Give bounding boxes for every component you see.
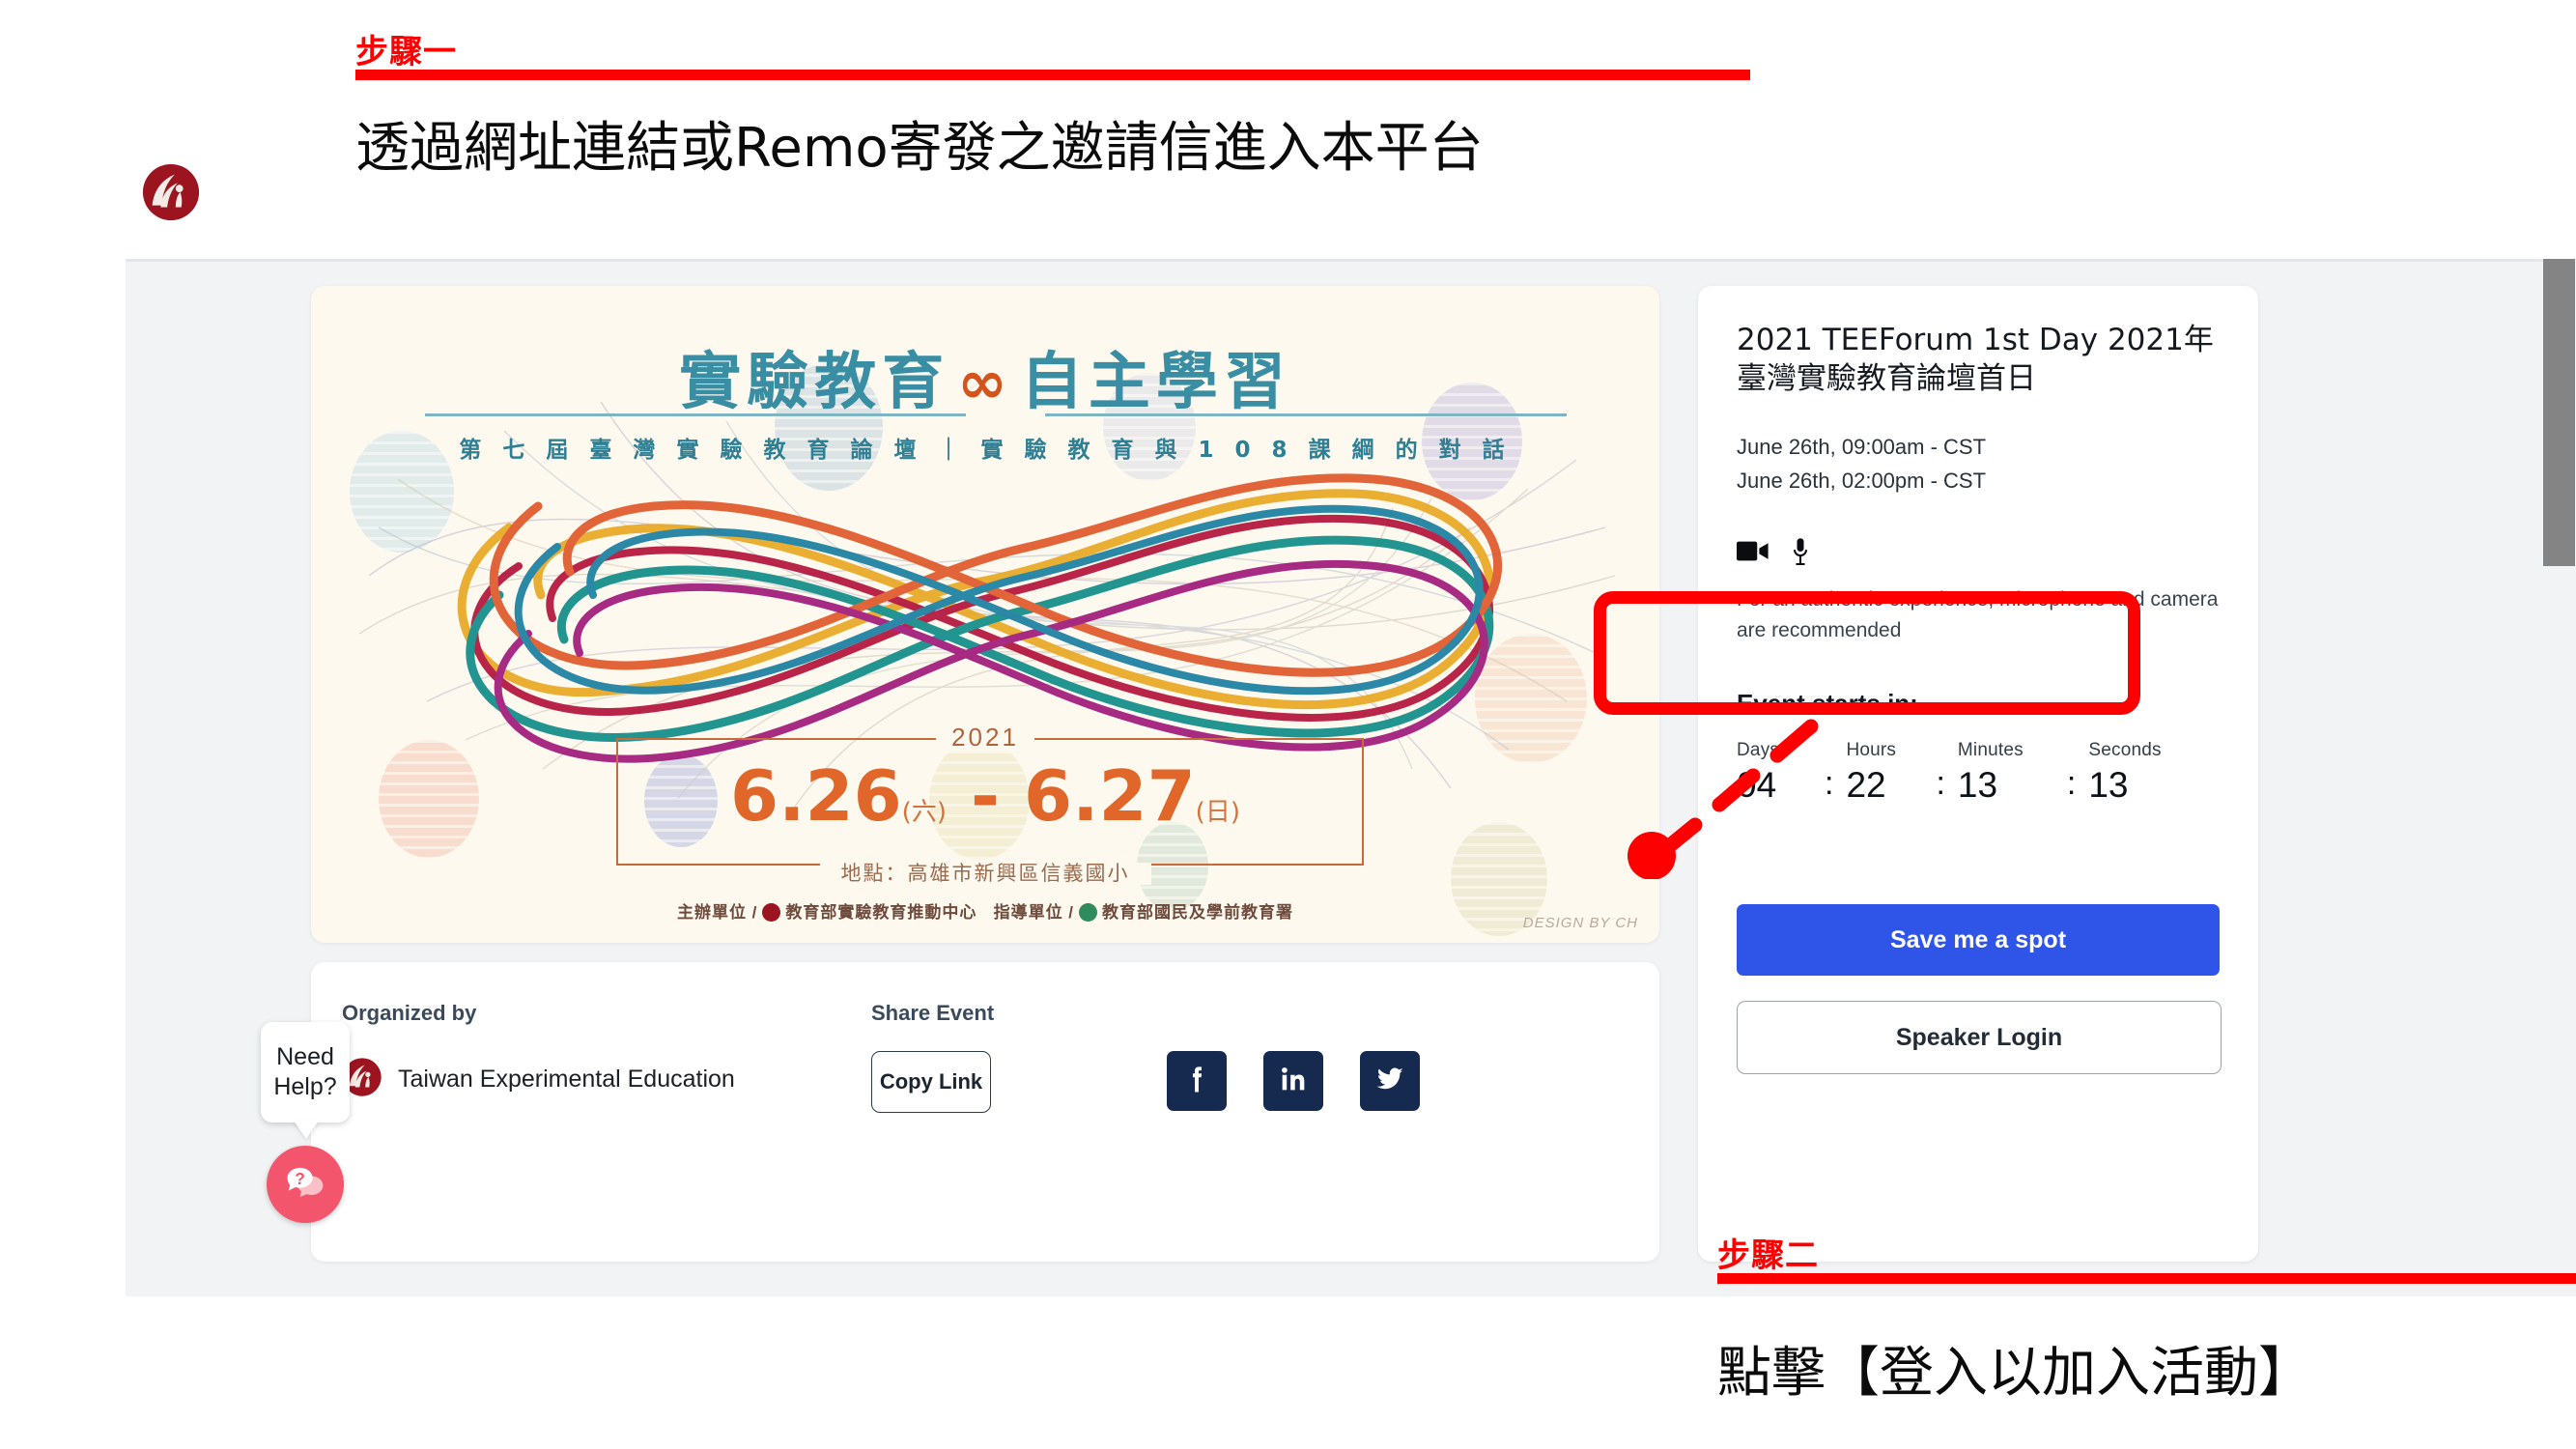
browser-screenshot-region: 實驗教育 ∞ 自主學習 第 七 屆 臺 灣 實 驗 教 育 論 壇 ｜ 實 驗 教 … (126, 259, 2576, 1296)
help-tooltip-tail (294, 1121, 319, 1139)
poster-title: 實驗教育 ∞ 自主學習 (311, 332, 1659, 421)
poster-date-range: 6.26(六) - 6.27(日) (311, 755, 1659, 837)
poster-title-left: 實驗教育 (679, 347, 950, 418)
svg-text:?: ? (295, 1169, 305, 1188)
twitter-icon (1373, 1062, 1407, 1101)
countdown-separator: : (2066, 764, 2077, 802)
poster-advisor-label: 指導單位 / (993, 903, 1075, 922)
countdown-minutes-label: Minutes (1957, 739, 2024, 760)
poster-date-end: 6.27 (1024, 755, 1196, 837)
av-requirements-icons (1737, 537, 2220, 571)
help-chat-button[interactable]: ? (267, 1146, 344, 1223)
speaker-login-button[interactable]: Speaker Login (1737, 1001, 2222, 1074)
poster-date-dash: - (971, 755, 1000, 837)
event-end-time: June 26th, 02:00pm - CST (1737, 469, 1987, 494)
poster-venue: 地點：高雄市新興區信義國小 (311, 858, 1659, 887)
step-two-label: 步驟二 (1717, 1237, 1819, 1274)
microphone-icon (1791, 537, 1810, 571)
page-scrollbar-thumb[interactable] (2543, 259, 2575, 566)
countdown-timer: Days 04 : Hours 22 : Minutes 13 : Second… (1737, 740, 2220, 803)
page-scrollbar-track[interactable] (2543, 259, 2576, 1296)
poster-design-credit: DESIGN BY CH (1522, 915, 1638, 931)
countdown-separator: : (1936, 764, 1945, 802)
poster-title-rule-left (425, 413, 966, 416)
event-poster-card: 實驗教育 ∞ 自主學習 第 七 屆 臺 灣 實 驗 教 育 論 壇 ｜ 實 驗 教 … (311, 286, 1659, 943)
advisor-logo-icon (1079, 903, 1098, 922)
poster-host-label: 主辦單位 / (676, 903, 758, 922)
step-two-instruction: 點擊【登入以加入活動】 (1717, 1342, 2312, 1405)
save-me-a-spot-button[interactable]: Save me a spot (1737, 904, 2220, 976)
copy-link-button[interactable]: Copy Link (871, 1051, 991, 1113)
countdown-seconds-label: Seconds (2088, 739, 2162, 760)
help-tooltip-line2: Help? (273, 1073, 337, 1100)
linkedin-icon (1277, 1063, 1310, 1100)
organizer-row: Taiwan Experimental Education (342, 1057, 735, 1102)
countdown-separator: : (1825, 764, 1834, 802)
countdown-minutes: Minutes 13 (1958, 740, 2054, 803)
poster-date-start: 6.26 (730, 755, 902, 837)
poster-host-name: 教育部實驗教育推動中心 (785, 903, 977, 922)
poster-date-start-weekday: (六) (901, 798, 947, 827)
organizer-name: Taiwan Experimental Education (398, 1065, 735, 1093)
help-widget: Need Help? ? (261, 1022, 354, 1223)
event-title: 2021 TEEForum 1st Day 2021年臺灣實驗教育論壇首日 (1737, 323, 2214, 397)
poster-date-end-weekday: (日) (1195, 798, 1240, 827)
countdown-hours: Hours 22 (1846, 740, 1923, 803)
poster-title-right: 自主學習 (1020, 347, 1291, 418)
facebook-icon (1179, 1062, 1214, 1101)
countdown-days: Days 04 (1737, 740, 1812, 803)
av-recommendation-note: For an authentic experience, microphone … (1737, 587, 2219, 641)
event-info-card: Organized by Share Event Taiwan Experime… (311, 962, 1659, 1262)
countdown-hours-label: Hours (1846, 739, 1897, 760)
poster-advisor-name: 教育部國民及學前教育署 (1102, 903, 1294, 922)
video-camera-icon (1737, 540, 1769, 567)
organized-by-label: Organized by (342, 1001, 477, 1025)
linkedin-share-button[interactable] (1263, 1051, 1323, 1111)
help-tooltip: Need Help? (261, 1022, 350, 1122)
host-logo-icon (762, 903, 781, 922)
countdown-seconds: Seconds 13 (2088, 740, 2185, 803)
share-event-label: Share Event (871, 1001, 995, 1025)
countdown-minutes-value: 13 (1957, 764, 1998, 805)
event-start-time: June 26th, 09:00am - CST (1737, 434, 1987, 459)
help-tooltip-line1: Need (276, 1042, 334, 1070)
poster-organizers: 主辦單位 / 教育部實驗教育推動中心 指導單位 / 教育部國民及學前教育署 (311, 898, 1659, 923)
step-one-instruction: 透過網址連結或Remo寄發之邀請信進入本平台 (355, 117, 1484, 180)
poster-year: 2021 (311, 723, 1659, 753)
step-one-label: 步驟一 (355, 34, 457, 71)
facebook-share-button[interactable] (1167, 1051, 1227, 1111)
countdown-days-label: Days (1737, 739, 1780, 760)
taiwan-experimental-education-logo (141, 162, 201, 222)
countdown-seconds-value: 13 (2088, 764, 2129, 805)
countdown-days-value: 04 (1737, 764, 1777, 805)
countdown-heading: Event starts in: (1737, 688, 1918, 718)
question-chat-icon: ? (280, 1157, 330, 1212)
poster-title-rule-right (1045, 413, 1567, 416)
event-details-panel: 2021 TEEForum 1st Day 2021年臺灣實驗教育論壇首日 Ju… (1698, 286, 2258, 1262)
infinity-symbol: ∞ (957, 347, 1013, 417)
poster-subtitle: 第 七 屆 臺 灣 實 驗 教 育 論 壇 ｜ 實 驗 教 育 與 1 0 8 … (459, 438, 1512, 463)
step-one-rule (355, 70, 1750, 80)
twitter-share-button[interactable] (1360, 1051, 1420, 1111)
step-two-rule (1717, 1273, 2576, 1284)
countdown-hours-value: 22 (1846, 764, 1886, 805)
